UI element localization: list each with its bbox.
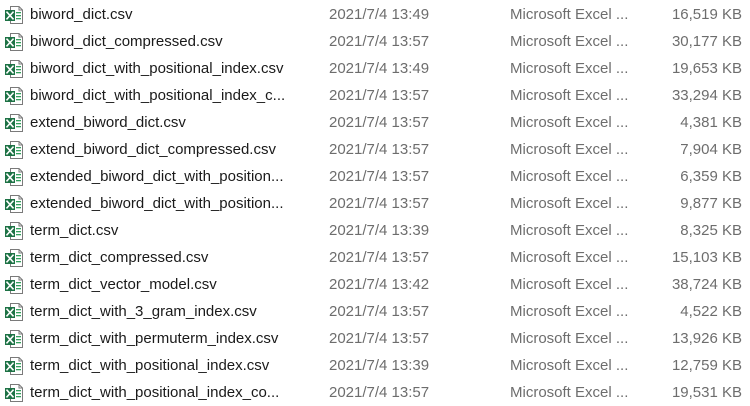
excel-csv-file-icon — [4, 86, 24, 106]
file-list: biword_dict.csv 2021/7/4 13:49 Microsoft… — [0, 0, 750, 406]
file-modified-date: 2021/7/4 13:49 — [329, 60, 430, 77]
file-size: 12,759 KB — [671, 357, 742, 374]
file-modified-date: 2021/7/4 13:57 — [329, 384, 430, 401]
file-size: 6,359 KB — [680, 168, 742, 185]
file-type: Microsoft Excel ... — [510, 114, 629, 131]
file-type: Microsoft Excel ... — [510, 168, 629, 185]
excel-csv-file-icon — [4, 275, 24, 295]
file-type: Microsoft Excel ... — [510, 249, 629, 266]
file-modified-date: 2021/7/4 13:57 — [329, 114, 430, 131]
file-row[interactable]: term_dict_with_positional_index.csv 2021… — [0, 352, 750, 379]
file-row[interactable]: term_dict_with_permuterm_index.csv 2021/… — [0, 325, 750, 352]
file-modified-date: 2021/7/4 13:57 — [329, 87, 430, 104]
excel-csv-file-icon — [4, 329, 24, 349]
file-size: 16,519 KB — [671, 6, 742, 23]
file-modified-date: 2021/7/4 13:39 — [329, 222, 430, 239]
file-type: Microsoft Excel ... — [510, 87, 629, 104]
file-row[interactable]: term_dict_with_3_gram_index.csv 2021/7/4… — [0, 298, 750, 325]
file-row[interactable]: biword_dict_compressed.csv 2021/7/4 13:5… — [0, 28, 750, 55]
excel-csv-file-icon — [4, 356, 24, 376]
file-type: Microsoft Excel ... — [510, 330, 629, 347]
file-type: Microsoft Excel ... — [510, 303, 629, 320]
file-size: 38,724 KB — [671, 276, 742, 293]
file-name: term_dict_with_positional_index.csv — [30, 357, 270, 374]
excel-csv-file-icon — [4, 221, 24, 241]
file-size: 33,294 KB — [671, 87, 742, 104]
file-name: extend_biword_dict_compressed.csv — [30, 141, 276, 158]
file-size: 4,522 KB — [680, 303, 742, 320]
file-name: extended_biword_dict_with_position... — [30, 168, 284, 185]
file-row[interactable]: biword_dict.csv 2021/7/4 13:49 Microsoft… — [0, 1, 750, 28]
file-name: term_dict_with_positional_index_co... — [30, 384, 280, 401]
file-size: 30,177 KB — [671, 33, 742, 50]
file-modified-date: 2021/7/4 13:57 — [329, 330, 430, 347]
file-name: term_dict_with_3_gram_index.csv — [30, 303, 257, 320]
file-modified-date: 2021/7/4 13:57 — [329, 141, 430, 158]
file-name: biword_dict_with_positional_index.csv — [30, 60, 284, 77]
file-size: 15,103 KB — [671, 249, 742, 266]
file-size: 7,904 KB — [680, 141, 742, 158]
file-size: 19,531 KB — [671, 384, 742, 401]
file-name: biword_dict_compressed.csv — [30, 33, 223, 50]
file-type: Microsoft Excel ... — [510, 33, 629, 50]
file-name: term_dict_with_permuterm_index.csv — [30, 330, 279, 347]
excel-csv-file-icon — [4, 302, 24, 322]
file-modified-date: 2021/7/4 13:57 — [329, 33, 430, 50]
file-type: Microsoft Excel ... — [510, 276, 629, 293]
file-type: Microsoft Excel ... — [510, 195, 629, 212]
file-row[interactable]: extended_biword_dict_with_position... 20… — [0, 190, 750, 217]
file-size: 8,325 KB — [680, 222, 742, 239]
file-type: Microsoft Excel ... — [510, 6, 629, 23]
excel-csv-file-icon — [4, 32, 24, 52]
file-name: extended_biword_dict_with_position... — [30, 195, 284, 212]
file-modified-date: 2021/7/4 13:57 — [329, 195, 430, 212]
file-type: Microsoft Excel ... — [510, 357, 629, 374]
excel-csv-file-icon — [4, 194, 24, 214]
file-row[interactable]: term_dict_compressed.csv 2021/7/4 13:57 … — [0, 244, 750, 271]
file-modified-date: 2021/7/4 13:49 — [329, 6, 430, 23]
file-name: term_dict_vector_model.csv — [30, 276, 217, 293]
file-name: extend_biword_dict.csv — [30, 114, 186, 131]
file-name: term_dict_compressed.csv — [30, 249, 209, 266]
file-name: term_dict.csv — [30, 222, 119, 239]
file-modified-date: 2021/7/4 13:42 — [329, 276, 430, 293]
file-row[interactable]: biword_dict_with_positional_index_c... 2… — [0, 82, 750, 109]
excel-csv-file-icon — [4, 5, 24, 25]
file-name: biword_dict.csv — [30, 6, 133, 23]
excel-csv-file-icon — [4, 140, 24, 160]
file-row[interactable]: biword_dict_with_positional_index.csv 20… — [0, 55, 750, 82]
file-type: Microsoft Excel ... — [510, 60, 629, 77]
file-type: Microsoft Excel ... — [510, 384, 629, 401]
file-modified-date: 2021/7/4 13:39 — [329, 357, 430, 374]
file-row[interactable]: term_dict.csv 2021/7/4 13:39 Microsoft E… — [0, 217, 750, 244]
excel-csv-file-icon — [4, 248, 24, 268]
file-type: Microsoft Excel ... — [510, 141, 629, 158]
file-name: biword_dict_with_positional_index_c... — [30, 87, 286, 104]
excel-csv-file-icon — [4, 113, 24, 133]
excel-csv-file-icon — [4, 167, 24, 187]
file-row[interactable]: extend_biword_dict_compressed.csv 2021/7… — [0, 136, 750, 163]
file-type: Microsoft Excel ... — [510, 222, 629, 239]
file-row[interactable]: term_dict_vector_model.csv 2021/7/4 13:4… — [0, 271, 750, 298]
file-modified-date: 2021/7/4 13:57 — [329, 249, 430, 266]
file-size: 9,877 KB — [680, 195, 742, 212]
file-row[interactable]: extend_biword_dict.csv 2021/7/4 13:57 Mi… — [0, 109, 750, 136]
file-size: 4,381 KB — [680, 114, 742, 131]
file-modified-date: 2021/7/4 13:57 — [329, 303, 430, 320]
file-row[interactable]: term_dict_with_positional_index_co... 20… — [0, 379, 750, 406]
file-row[interactable]: extended_biword_dict_with_position... 20… — [0, 163, 750, 190]
excel-csv-file-icon — [4, 59, 24, 79]
file-size: 19,653 KB — [671, 60, 742, 77]
excel-csv-file-icon — [4, 383, 24, 403]
file-modified-date: 2021/7/4 13:57 — [329, 168, 430, 185]
file-size: 13,926 KB — [671, 330, 742, 347]
